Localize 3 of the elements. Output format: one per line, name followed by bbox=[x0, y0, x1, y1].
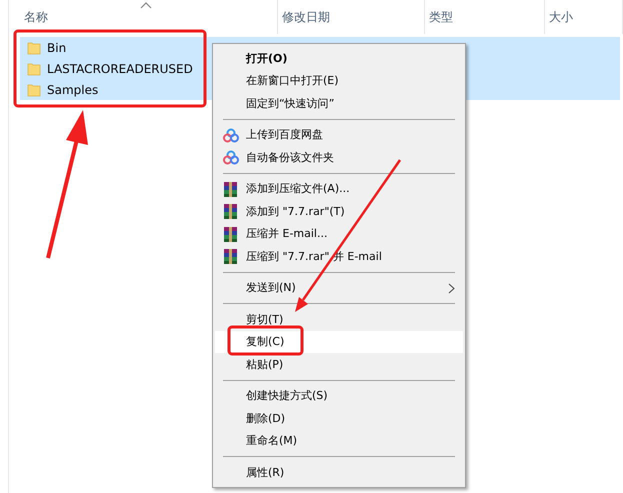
file-name: LASTACROREADERUSED bbox=[47, 62, 193, 76]
file-name: Samples bbox=[47, 82, 98, 96]
file-name: Bin bbox=[47, 40, 66, 54]
